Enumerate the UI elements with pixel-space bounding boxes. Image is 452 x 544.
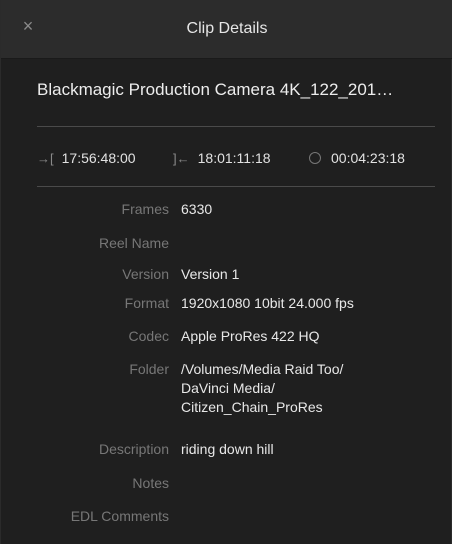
panel-title: Clip Details	[186, 20, 268, 37]
metadata-value[interactable]: riding down hill	[181, 440, 431, 459]
title-bar: Clip Details ×	[1, 0, 452, 59]
divider	[37, 126, 435, 127]
metadata-label: EDL Comments	[70, 508, 169, 524]
metadata-value[interactable]: 6330	[181, 200, 431, 219]
timecode-duration-value: 00:04:23:18	[331, 150, 405, 166]
metadata-label: Format	[124, 295, 169, 311]
metadata-label: Notes	[132, 475, 169, 491]
metadata-label: Codec	[128, 328, 169, 344]
metadata-label: Version	[122, 266, 169, 282]
mark-in-icon: →[	[37, 150, 54, 166]
timecode-in: →[ 17:56:48:00	[37, 148, 136, 168]
metadata-value[interactable]: 1920x1080 10bit 24.000 fps	[181, 294, 431, 313]
timecode-out-value: 18:01:11:18	[197, 150, 271, 166]
timecode-in-value: 17:56:48:00	[61, 150, 136, 166]
metadata-value[interactable]: /Volumes/Media Raid Too/ DaVinci Media/ …	[181, 360, 431, 417]
close-icon[interactable]: ×	[18, 16, 38, 36]
metadata-label: Frames	[121, 201, 169, 217]
divider	[37, 186, 435, 187]
timecode-out: ]← 18:01:11:18	[173, 148, 271, 168]
clock-icon	[309, 152, 321, 164]
timecode-row: →[ 17:56:48:00 ]← 18:01:11:18 00:04:23:1…	[37, 148, 437, 168]
timecode-duration: 00:04:23:18	[309, 148, 405, 168]
metadata-label: Folder	[129, 361, 169, 377]
clip-details-panel: Clip Details × Blackmagic Production Cam…	[0, 0, 452, 544]
mark-out-icon: ]←	[173, 150, 190, 166]
metadata-label: Description	[98, 441, 169, 457]
clip-name: Blackmagic Production Camera 4K_122_201…	[37, 80, 394, 99]
metadata-value[interactable]: Apple ProRes 422 HQ	[181, 327, 431, 346]
metadata-label: Reel Name	[98, 235, 169, 251]
metadata-value[interactable]: Version 1	[181, 265, 431, 284]
